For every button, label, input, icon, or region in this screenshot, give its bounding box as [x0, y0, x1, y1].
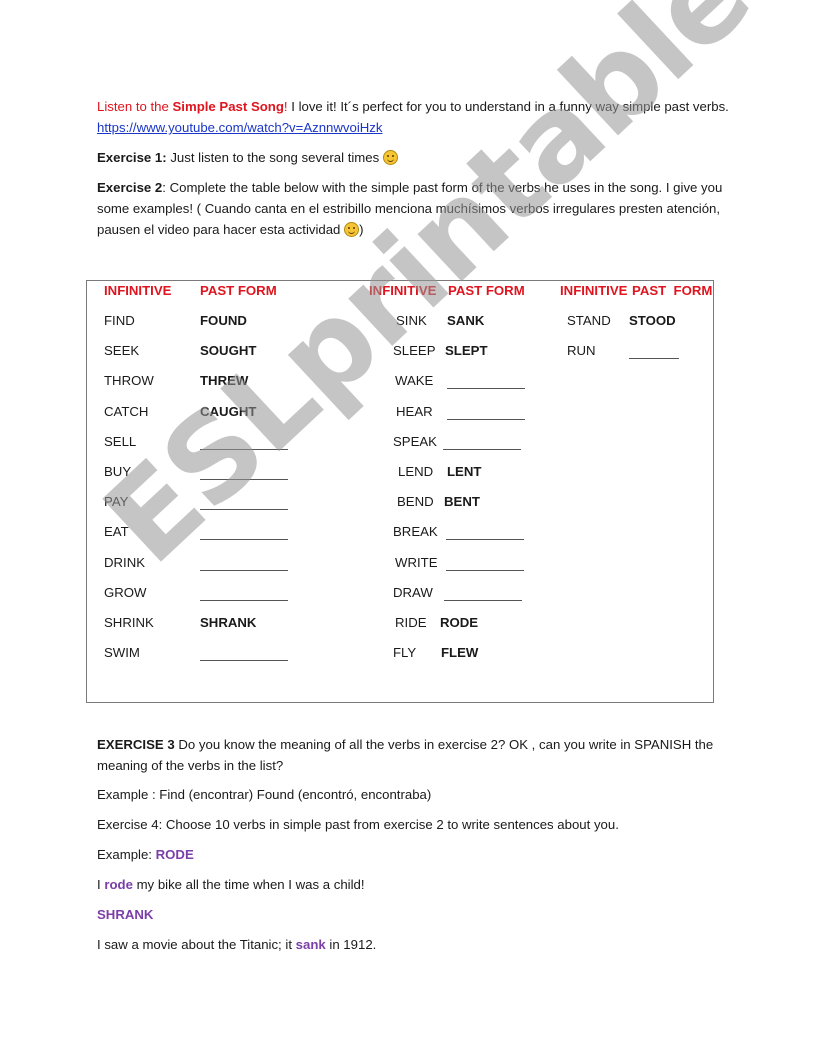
exercise4-instructions: Exercise 4: Choose 10 verbs in simple pa…: [97, 817, 619, 832]
past-form-stand: STOOD: [629, 313, 676, 328]
infinitive-wake: WAKE: [395, 373, 434, 389]
infinitive-sell: SELL: [104, 433, 137, 449]
past-form-shrink: SHRANK: [200, 615, 257, 630]
infinitive-ride: RIDE: [395, 615, 427, 630]
exercise3-text: Do you know the meaning of all the verbs…: [97, 737, 714, 773]
past-form-fly: FLEW: [441, 645, 479, 661]
infinitive-speak: SPEAK: [393, 433, 437, 449]
infinitive-bend: BEND: [397, 494, 434, 510]
header-past-form-2: PAST FORM: [448, 283, 525, 298]
example-word-2: SHRANK: [97, 907, 154, 922]
song-title: Simple Past Song: [172, 99, 284, 114]
past-form-catch: CAUGHT: [200, 403, 257, 419]
infinitive-fly: FLY: [393, 645, 417, 661]
past-form-ride: RODE: [440, 615, 479, 630]
exercise1-label: Exercise 1:: [97, 150, 167, 165]
exercise1-text: Just listen to the song several times: [166, 150, 383, 165]
infinitive-seek: SEEK: [104, 343, 140, 359]
infinitive-find: FIND: [104, 313, 135, 328]
header-infinitive-3: INFINITIVE: [560, 283, 628, 298]
exercise1-paragraph: Exercise 1: Just listen to the song seve…: [97, 147, 737, 168]
infinitive-catch: CATCH: [104, 403, 149, 419]
sentence2-verb: sank: [295, 937, 326, 952]
answer-blank-wake[interactable]: [447, 388, 525, 390]
answer-blank-eat[interactable]: [200, 539, 288, 541]
infinitive-break: BREAK: [393, 524, 438, 540]
past-form-bend: BENT: [444, 494, 480, 510]
sentence1-post: my bike all the time when I was a child!: [132, 877, 365, 892]
answer-blank-grow[interactable]: [200, 599, 288, 601]
header-infinitive-1: INFINITIVE: [104, 283, 172, 298]
exercise2-label: Exercise 2: [97, 180, 163, 195]
past-form-sleep: SLEPT: [445, 343, 488, 359]
intro-listen-text: Listen to the: [97, 99, 173, 114]
exercise4-example-line: Example: RODE: [97, 844, 737, 865]
answer-blank-buy[interactable]: [200, 479, 288, 480]
answer-blank-drink[interactable]: [200, 569, 288, 571]
exercise2-close: ): [359, 222, 364, 237]
answer-blank-sell[interactable]: [200, 448, 288, 450]
example-sentence-1: I rode my bike all the time when I was a…: [97, 874, 737, 895]
exercise3-paragraph: EXERCISE 3 Do you know the meaning of al…: [97, 734, 737, 776]
smiling-face-icon: [382, 150, 398, 165]
answer-blank-pay[interactable]: [200, 509, 288, 511]
answer-blank-swim[interactable]: [200, 660, 288, 662]
infinitive-grow: GROW: [104, 584, 147, 600]
exercise2-text: : Complete the table below with the simp…: [97, 180, 723, 237]
exercise2-paragraph: Exercise 2: Complete the table below wit…: [97, 177, 737, 240]
sentence2-pre: I saw a movie about the Titanic; it: [97, 937, 296, 952]
infinitive-pay: PAY: [104, 494, 129, 510]
infinitive-drink: DRINK: [104, 554, 146, 570]
past-form-find: FOUND: [200, 313, 247, 328]
answer-blank-draw[interactable]: [444, 599, 522, 601]
header-past-form-1: PAST FORM: [200, 283, 277, 298]
infinitive-run: RUN: [567, 343, 596, 359]
infinitive-sleep: SLEEP: [393, 343, 436, 359]
past-form-lend: LENT: [447, 464, 482, 479]
intro-text: I love it! It´s perfect for you to under…: [287, 99, 729, 114]
answer-blank-run[interactable]: [629, 358, 679, 360]
infinitive-throw: THROW: [104, 373, 154, 389]
sentence1-verb: rode: [104, 877, 133, 892]
infinitive-shrink: SHRINK: [104, 615, 154, 630]
example-label: Example:: [97, 847, 156, 862]
infinitive-hear: HEAR: [396, 403, 433, 419]
infinitive-sink: SINK: [396, 313, 427, 328]
smiling-face-icon: [344, 222, 360, 237]
infinitive-stand: STAND: [567, 313, 611, 328]
infinitive-write: WRITE: [395, 554, 438, 570]
infinitive-draw: DRAW: [393, 584, 433, 600]
example-sentence-2: I saw a movie about the Titanic; it sank…: [97, 934, 737, 955]
infinitive-eat: EAT: [104, 524, 129, 540]
infinitive-buy: BUY: [104, 464, 132, 479]
exercise3-example: Example : Find (encontrar) Found (encont…: [97, 787, 432, 802]
answer-blank-speak[interactable]: [443, 448, 521, 450]
infinitive-swim: SWIM: [104, 645, 140, 661]
infinitive-lend: LEND: [398, 464, 434, 479]
intro-paragraph: Listen to the Simple Past Song! I love i…: [97, 96, 737, 138]
youtube-link[interactable]: https://www.youtube.com/watch?v=Aznnwvoi…: [97, 120, 383, 135]
past-form-seek: SOUGHT: [200, 343, 257, 359]
past-form-sink: SANK: [447, 313, 485, 328]
sentence2-post: in 1912.: [325, 937, 377, 952]
answer-blank-break[interactable]: [446, 539, 524, 541]
header-past-form-3: PAST FORM: [632, 283, 713, 298]
past-form-throw: THREW: [200, 373, 249, 389]
example-word: RODE: [155, 847, 194, 862]
answer-blank-write[interactable]: [446, 569, 524, 571]
header-infinitive-2: INFINITIVE: [369, 283, 437, 298]
exercise3-label: EXERCISE 3: [97, 737, 175, 752]
answer-blank-hear[interactable]: [447, 418, 525, 420]
